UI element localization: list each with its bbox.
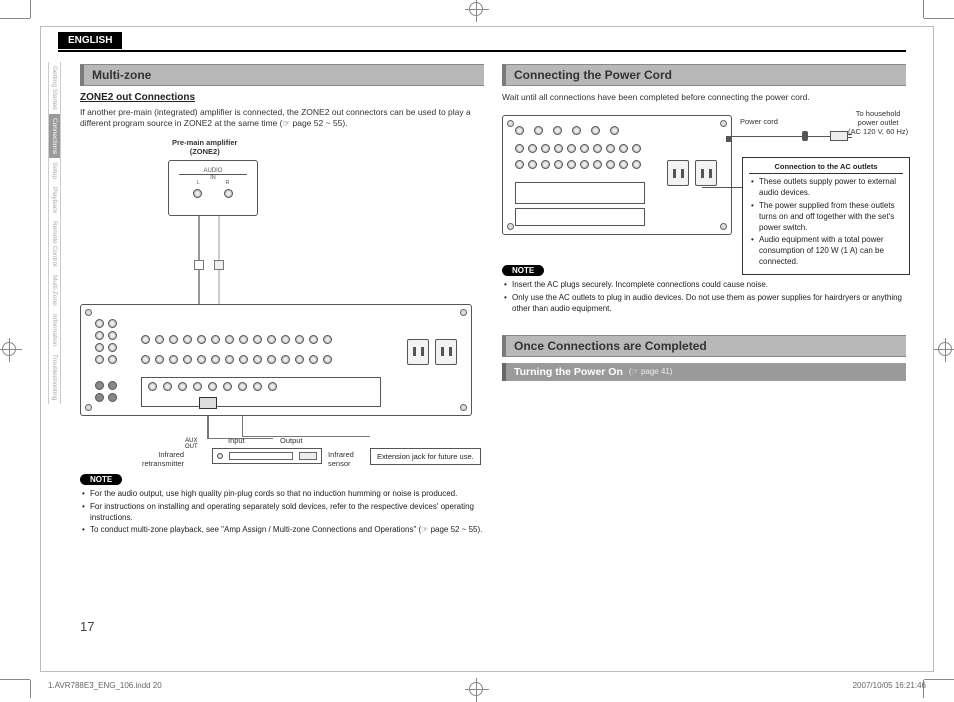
- left-column: Multi-zone ZONE2 out Connections If anot…: [80, 62, 484, 638]
- power-panel-diagram: [502, 115, 732, 235]
- note-pill-right: NOTE: [502, 265, 544, 276]
- rear-panel-diagram: [80, 304, 472, 416]
- ir-sensor-lbl: Infrared sensor: [328, 450, 354, 468]
- sidebar-item-playback[interactable]: Playback: [48, 183, 61, 217]
- sidebar-item-getting-started[interactable]: Getting Started: [48, 62, 61, 114]
- imposition-footer-left: 1.AVR788E3_ENG_106.indd 20: [48, 681, 162, 690]
- ac-conn-2: The power supplied from these outlets tu…: [751, 201, 903, 233]
- right-note-2: Only use the AC outlets to plug in audio…: [504, 293, 906, 315]
- right-notes: Insert the AC plugs securely. Incomplete…: [504, 280, 906, 314]
- ac-outlet-callout: Connection to the AC outlets These outle…: [742, 157, 910, 274]
- section-powercord: Connecting the Power Cord: [502, 64, 906, 86]
- sidebar-item-troubleshooting[interactable]: Troubleshooting: [48, 350, 61, 404]
- imposition-footer-right: 2007/10/05 16:21:46: [853, 681, 926, 690]
- premain-box: AUDIO IN LR: [168, 160, 258, 216]
- language-tab: ENGLISH: [58, 32, 122, 49]
- output-lbl: Output: [280, 436, 303, 445]
- ext-jack-callout: Extension jack for future use.: [370, 448, 481, 465]
- left-note-3: To conduct multi-zone playback, see "Amp…: [82, 525, 484, 536]
- ac-conn-1: These outlets supply power to external a…: [751, 177, 903, 199]
- premain-audio-lbl: AUDIO: [203, 168, 222, 174]
- powercord-wait: Wait until all connections have been com…: [502, 92, 906, 103]
- left-note-2: For instructions on installing and opera…: [82, 502, 484, 524]
- page-number: 17: [80, 619, 94, 634]
- manual-page: ENGLISH Getting Started Connections Setu…: [48, 32, 906, 638]
- premain-label: Pre-main amplifier (ZONE2): [172, 138, 237, 156]
- input-lbl: Input: [228, 436, 245, 445]
- section-multizone: Multi-zone: [80, 64, 484, 86]
- side-nav: Getting Started Connections Setup Playba…: [48, 62, 68, 482]
- right-column: Connecting the Power Cord Wait until all…: [502, 62, 906, 638]
- sidebar-item-connections[interactable]: Connections: [48, 114, 61, 158]
- turning-on-label: Turning the Power On: [514, 366, 623, 378]
- ac-outlet-title: Connection to the AC outlets: [749, 162, 903, 174]
- aux-out-lbl: AUX OUT: [185, 438, 198, 450]
- zone2-intro: If another pre-main (integrated) amplifi…: [80, 107, 484, 130]
- ac-conn-3: Audio equipment with a total power consu…: [751, 235, 903, 267]
- household-lbl: To household power outlet (AC 120 V, 60 …: [848, 109, 908, 136]
- sidebar-item-multizone[interactable]: Multi-Zone: [48, 271, 61, 310]
- section-once-completed: Once Connections are Completed: [502, 335, 906, 357]
- subsection-zone2: ZONE2 out Connections: [80, 92, 484, 103]
- premain-r: R: [226, 181, 230, 187]
- note-pill-left: NOTE: [80, 474, 122, 485]
- sidebar-item-setup[interactable]: Setup: [48, 158, 61, 183]
- ir-retrans-lbl: Infrared retransmitter: [142, 450, 184, 468]
- subsection-turning-on: Turning the Power On (☞ page 41): [502, 363, 906, 381]
- header-rule: [58, 50, 906, 52]
- left-note-1: For the audio output, use high quality p…: [82, 489, 484, 500]
- sidebar-item-information[interactable]: Information: [48, 310, 61, 351]
- left-notes: For the audio output, use high quality p…: [82, 489, 484, 536]
- right-note-1: Insert the AC plugs securely. Incomplete…: [504, 280, 906, 291]
- turning-on-ref: (☞ page 41): [629, 367, 673, 376]
- ir-device: [212, 448, 322, 464]
- premain-l: L: [196, 181, 199, 187]
- sidebar-item-remote[interactable]: Remote Control: [48, 217, 61, 271]
- power-cord-lbl: Power cord: [740, 117, 778, 126]
